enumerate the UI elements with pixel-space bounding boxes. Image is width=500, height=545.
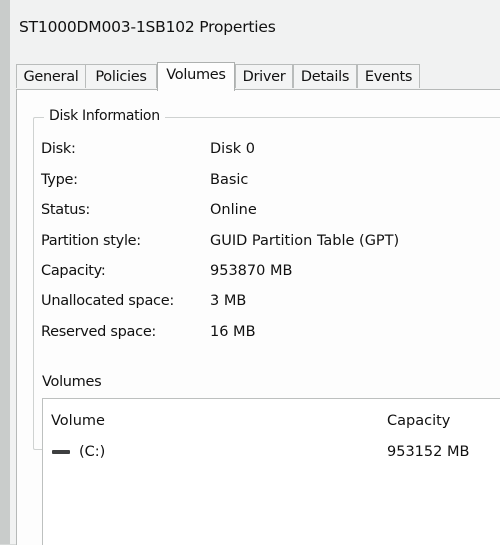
info-value: GUID Partition Table (GPT) xyxy=(210,233,400,249)
tab-events[interactable]: Events xyxy=(357,64,420,88)
tab-bar: General Policies Volumes Driver Details … xyxy=(16,62,500,91)
info-row-type: Type: Basic xyxy=(33,169,473,191)
properties-dialog: ST1000DM003-1SB102 Properties General Po… xyxy=(10,0,500,545)
volumes-heading: Volumes xyxy=(42,374,102,390)
tab-driver[interactable]: Driver xyxy=(235,64,293,88)
volume-cell: (C:) xyxy=(79,444,106,460)
column-header-volume[interactable]: Volume xyxy=(51,413,105,429)
info-row-reserved-space: Reserved space: 16 MB xyxy=(33,321,473,343)
info-label: Capacity: xyxy=(41,263,106,279)
tab-details[interactable]: Details xyxy=(293,64,357,88)
info-row-unallocated-space: Unallocated space: 3 MB xyxy=(33,290,473,312)
info-row-partition-style: Partition style: GUID Partition Table (G… xyxy=(33,230,473,252)
info-label: Unallocated space: xyxy=(41,293,174,309)
info-label: Type: xyxy=(41,172,78,188)
info-label: Status: xyxy=(41,202,90,218)
info-label: Disk: xyxy=(41,141,76,157)
info-value: 3 MB xyxy=(210,293,247,309)
capacity-cell: 953152 MB xyxy=(387,444,470,460)
table-row[interactable]: (C:) 953152 MB xyxy=(43,441,500,463)
tab-policies[interactable]: Policies xyxy=(85,64,157,88)
volumes-list[interactable]: Volume Capacity (C:) 953152 MB xyxy=(42,398,500,545)
info-row-capacity: Capacity: 953870 MB xyxy=(33,260,473,282)
tab-general[interactable]: General xyxy=(16,64,86,88)
info-value: Online xyxy=(210,202,257,218)
dialog-title: ST1000DM003-1SB102 Properties xyxy=(19,18,276,36)
info-row-disk: Disk: Disk 0 xyxy=(33,138,473,160)
column-header-capacity[interactable]: Capacity xyxy=(387,413,450,429)
drive-icon xyxy=(52,450,70,454)
info-value: Basic xyxy=(210,172,249,188)
info-value: 953870 MB xyxy=(210,263,293,279)
info-label: Partition style: xyxy=(41,233,141,249)
info-value: Disk 0 xyxy=(210,141,255,157)
info-value: 16 MB xyxy=(210,324,256,340)
info-label: Reserved space: xyxy=(41,324,157,340)
tab-volumes[interactable]: Volumes xyxy=(157,62,235,91)
group-legend: Disk Information xyxy=(44,108,165,124)
info-row-status: Status: Online xyxy=(33,199,473,221)
